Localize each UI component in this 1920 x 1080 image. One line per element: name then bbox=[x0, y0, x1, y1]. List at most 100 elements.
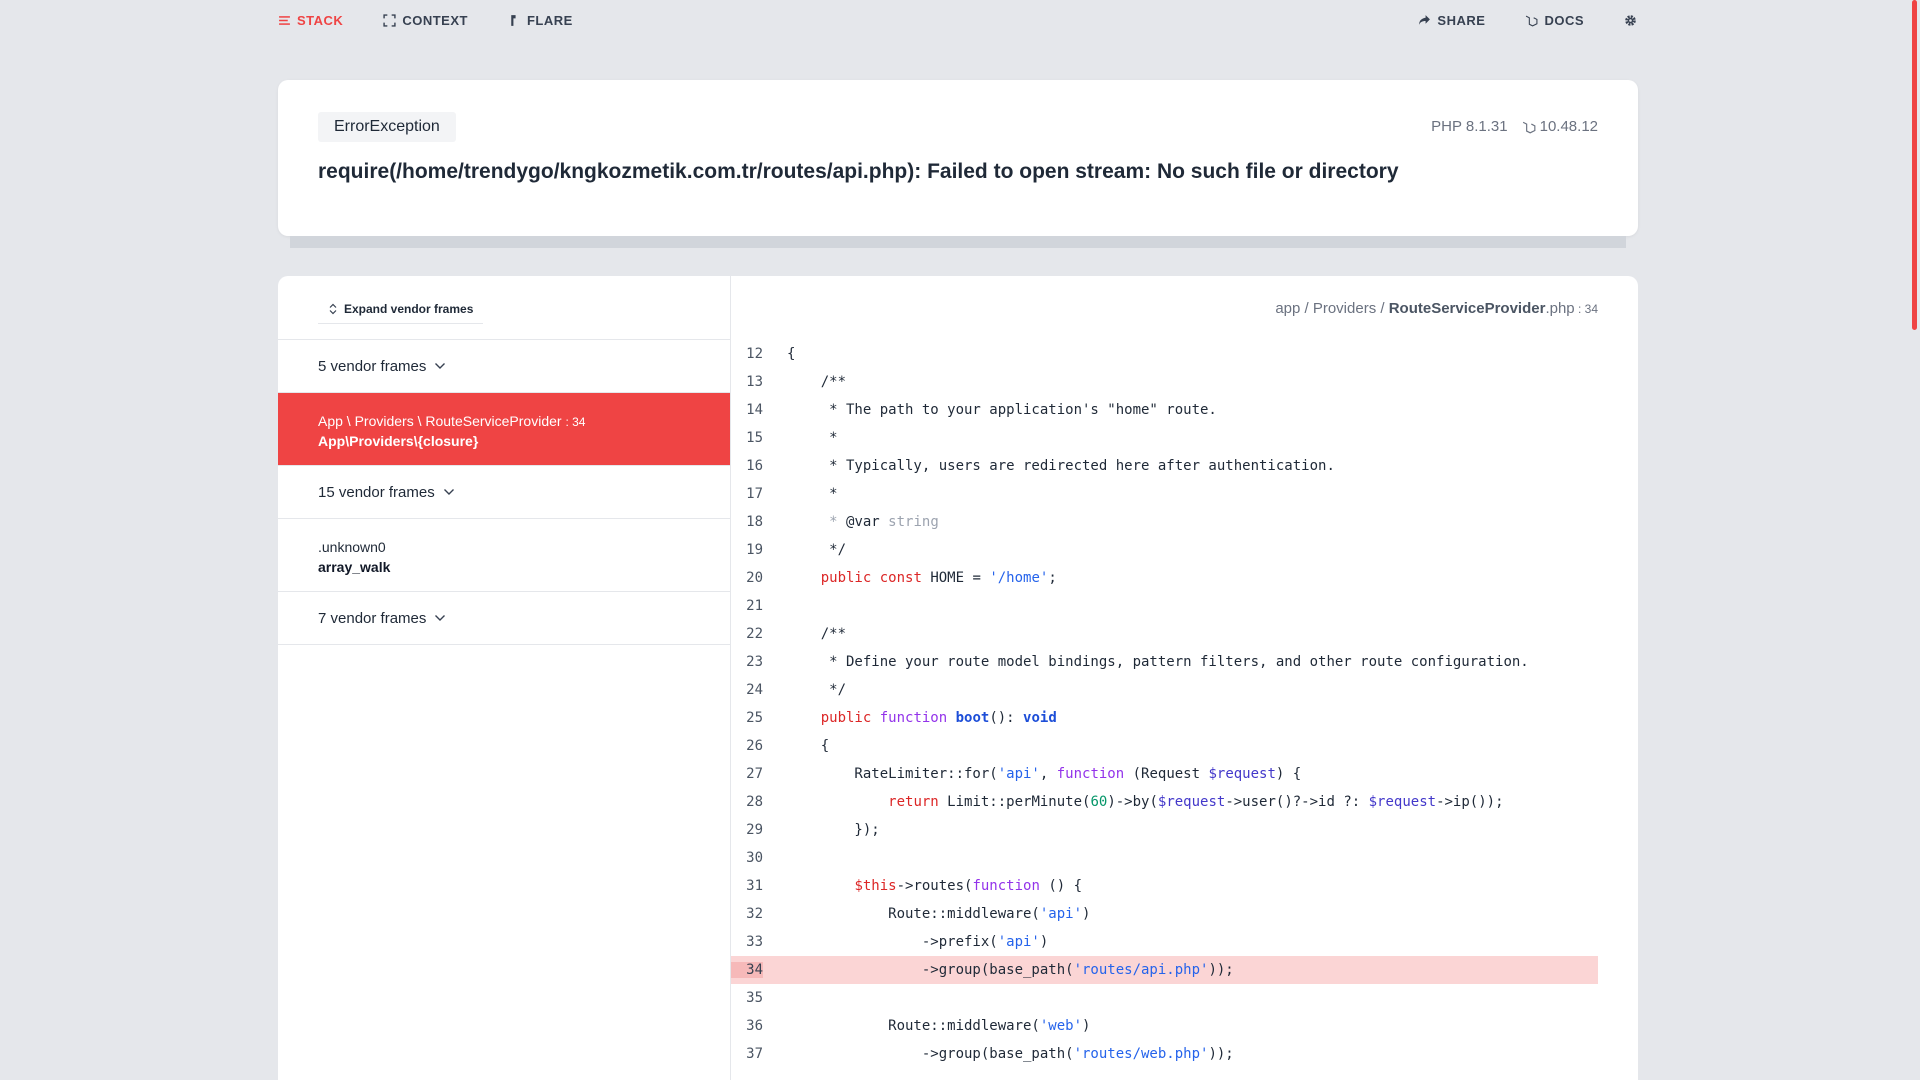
code-line[interactable]: 28 return Limit::perMinute(60)->by($requ… bbox=[731, 788, 1598, 816]
share-button[interactable]: SHARE bbox=[1418, 13, 1485, 28]
code-text: /** bbox=[787, 374, 847, 390]
share-label: SHARE bbox=[1437, 12, 1486, 28]
line-number: 34 bbox=[731, 962, 763, 978]
code-line[interactable]: 29 }); bbox=[731, 816, 1598, 844]
code-line[interactable]: 25 public function boot(): void bbox=[731, 704, 1598, 732]
code-text: * @var string bbox=[829, 514, 939, 530]
code-line[interactable]: 14 * The path to your application's "hom… bbox=[731, 396, 1598, 424]
code-text: public const HOME = '/home'; bbox=[820, 570, 1057, 586]
line-number: 30 bbox=[746, 850, 763, 866]
error-message: require(/home/trendygo/kngkozmetik.com.t… bbox=[318, 160, 1399, 183]
line-number: 29 bbox=[746, 822, 763, 838]
frame-active[interactable]: App \ Providers \ RouteServiceProvider :… bbox=[278, 393, 730, 466]
chevron-down-icon bbox=[435, 363, 446, 369]
line-number: 35 bbox=[746, 990, 763, 1006]
code-text: */ bbox=[787, 542, 847, 558]
laravel-icon bbox=[1526, 15, 1538, 27]
code-line[interactable]: 36 Route::middleware('web') bbox=[731, 1012, 1598, 1040]
nav-flare[interactable]: FLARE bbox=[508, 13, 573, 28]
vendor-frames-label: 7 vendor frames bbox=[318, 609, 427, 627]
code-line[interactable]: 18 * @var string bbox=[731, 508, 1598, 536]
code-text: public function boot(): void bbox=[820, 710, 1057, 726]
code-text: ->prefix('api') bbox=[787, 934, 1049, 950]
settings-button[interactable] bbox=[1624, 14, 1637, 27]
code-text: ->group(base_path('routes/api.php')); bbox=[787, 962, 1234, 978]
line-number: 16 bbox=[746, 458, 763, 474]
code-line[interactable]: 12 { bbox=[731, 340, 1598, 368]
error-card: ErrorException PHP 8.1.31 10.48.12 requi… bbox=[278, 80, 1638, 236]
code-line[interactable]: 13 /** bbox=[731, 368, 1598, 396]
file-ext: .php bbox=[1545, 300, 1575, 317]
scrollbar-thumb[interactable] bbox=[1912, 0, 1917, 330]
top-nav: STACK CONTEXT FLARE SHARE DOCS bbox=[278, 0, 1637, 40]
line-number: 25 bbox=[746, 710, 763, 726]
laravel-version-label: 10.48.12 bbox=[1539, 118, 1598, 135]
php-version: PHP 8.1.31 bbox=[1431, 118, 1508, 135]
nav-flare-label: FLARE bbox=[526, 12, 573, 28]
frame-unknown[interactable]: .unknown0 array_walk bbox=[278, 519, 730, 592]
line-number: 21 bbox=[746, 598, 763, 614]
vendor-frames-group[interactable]: 15 vendor frames bbox=[278, 466, 730, 519]
docs-button[interactable]: DOCS bbox=[1525, 13, 1584, 28]
laravel-version: 10.48.12 bbox=[1522, 118, 1598, 135]
docs-label: DOCS bbox=[1544, 12, 1584, 28]
code-text: */ bbox=[787, 682, 847, 698]
stack-panel: Expand vendor frames 5 vendor frames App… bbox=[278, 276, 1638, 1080]
code-line[interactable]: 26 { bbox=[731, 732, 1598, 760]
code-text: Route::middleware('api') bbox=[787, 906, 1091, 922]
code-text: * Define your route model bindings, patt… bbox=[787, 654, 1529, 670]
line-number: 15 bbox=[746, 430, 763, 446]
code-line[interactable]: 15 * bbox=[731, 424, 1598, 452]
code-text: * bbox=[787, 486, 838, 502]
code-line[interactable]: 27 RateLimiter::for('api', function (Req… bbox=[731, 760, 1598, 788]
code-line[interactable]: 22 /** bbox=[731, 620, 1598, 648]
code-line[interactable]: 24 */ bbox=[731, 676, 1598, 704]
flare-icon bbox=[511, 14, 516, 26]
chevron-down-icon bbox=[443, 489, 454, 495]
code-line[interactable]: 23 * Define your route model bindings, p… bbox=[731, 648, 1598, 676]
frame-list: 5 vendor frames App \ Providers \ RouteS… bbox=[278, 339, 730, 645]
line-number: 14 bbox=[746, 402, 763, 418]
version-info: PHP 8.1.31 10.48.12 bbox=[1431, 118, 1598, 135]
expand-vendor-frames-label: Expand vendor frames bbox=[344, 301, 474, 316]
code-line[interactable]: 19 */ bbox=[731, 536, 1598, 564]
card-stack-shadow bbox=[290, 236, 1626, 248]
code-line[interactable]: 20 public const HOME = '/home'; bbox=[731, 564, 1598, 592]
file-dir: app / Providers / bbox=[1275, 300, 1389, 317]
nav-stack[interactable]: STACK bbox=[278, 13, 343, 28]
vendor-frames-group[interactable]: 7 vendor frames bbox=[278, 592, 730, 645]
code-line[interactable]: 21 bbox=[731, 592, 1598, 620]
line-number: 28 bbox=[746, 794, 763, 810]
line-number: 36 bbox=[746, 1018, 763, 1034]
expand-vendor-frames-button[interactable]: Expand vendor frames bbox=[318, 294, 484, 324]
stack-icon bbox=[279, 15, 290, 25]
code-line-highlighted[interactable]: 34 ->group(base_path('routes/api.php')); bbox=[731, 956, 1598, 984]
page-scrollbar[interactable] bbox=[1908, 0, 1920, 1080]
code-line[interactable]: 33 ->prefix('api') bbox=[731, 928, 1598, 956]
nav-stack-label: STACK bbox=[297, 12, 344, 28]
frame-line: : 34 bbox=[565, 415, 586, 429]
code-text: { bbox=[787, 346, 796, 362]
code-line[interactable]: 32 Route::middleware('api') bbox=[731, 900, 1598, 928]
code-text: /** bbox=[787, 626, 847, 642]
code-line[interactable]: 17 * bbox=[731, 480, 1598, 508]
line-number: 19 bbox=[746, 542, 763, 558]
code-line[interactable]: 35 bbox=[731, 984, 1598, 1012]
laravel-icon bbox=[1522, 121, 1536, 133]
code-line[interactable]: 16 * Typically, users are redirected her… bbox=[731, 452, 1598, 480]
code-line[interactable]: 31 $this->routes(function () { bbox=[731, 872, 1598, 900]
file-path[interactable]: app / Providers / RouteServiceProvider.p… bbox=[1275, 300, 1598, 317]
code-line[interactable]: 37 ->group(base_path('routes/web.php')); bbox=[731, 1040, 1598, 1068]
nav-context[interactable]: CONTEXT bbox=[383, 13, 468, 28]
vendor-frames-group[interactable]: 5 vendor frames bbox=[278, 340, 730, 393]
code-text: * The path to your application's "home" … bbox=[787, 402, 1217, 418]
stack-frames-column: Expand vendor frames 5 vendor frames App… bbox=[278, 276, 731, 1080]
line-number: 22 bbox=[746, 626, 763, 642]
code-line[interactable]: 30 bbox=[731, 844, 1598, 872]
frame-class: App \ Providers \ RouteServiceProvider :… bbox=[318, 413, 690, 429]
line-number: 23 bbox=[746, 654, 763, 670]
code-text: * Typically, users are redirected here a… bbox=[787, 458, 1335, 474]
